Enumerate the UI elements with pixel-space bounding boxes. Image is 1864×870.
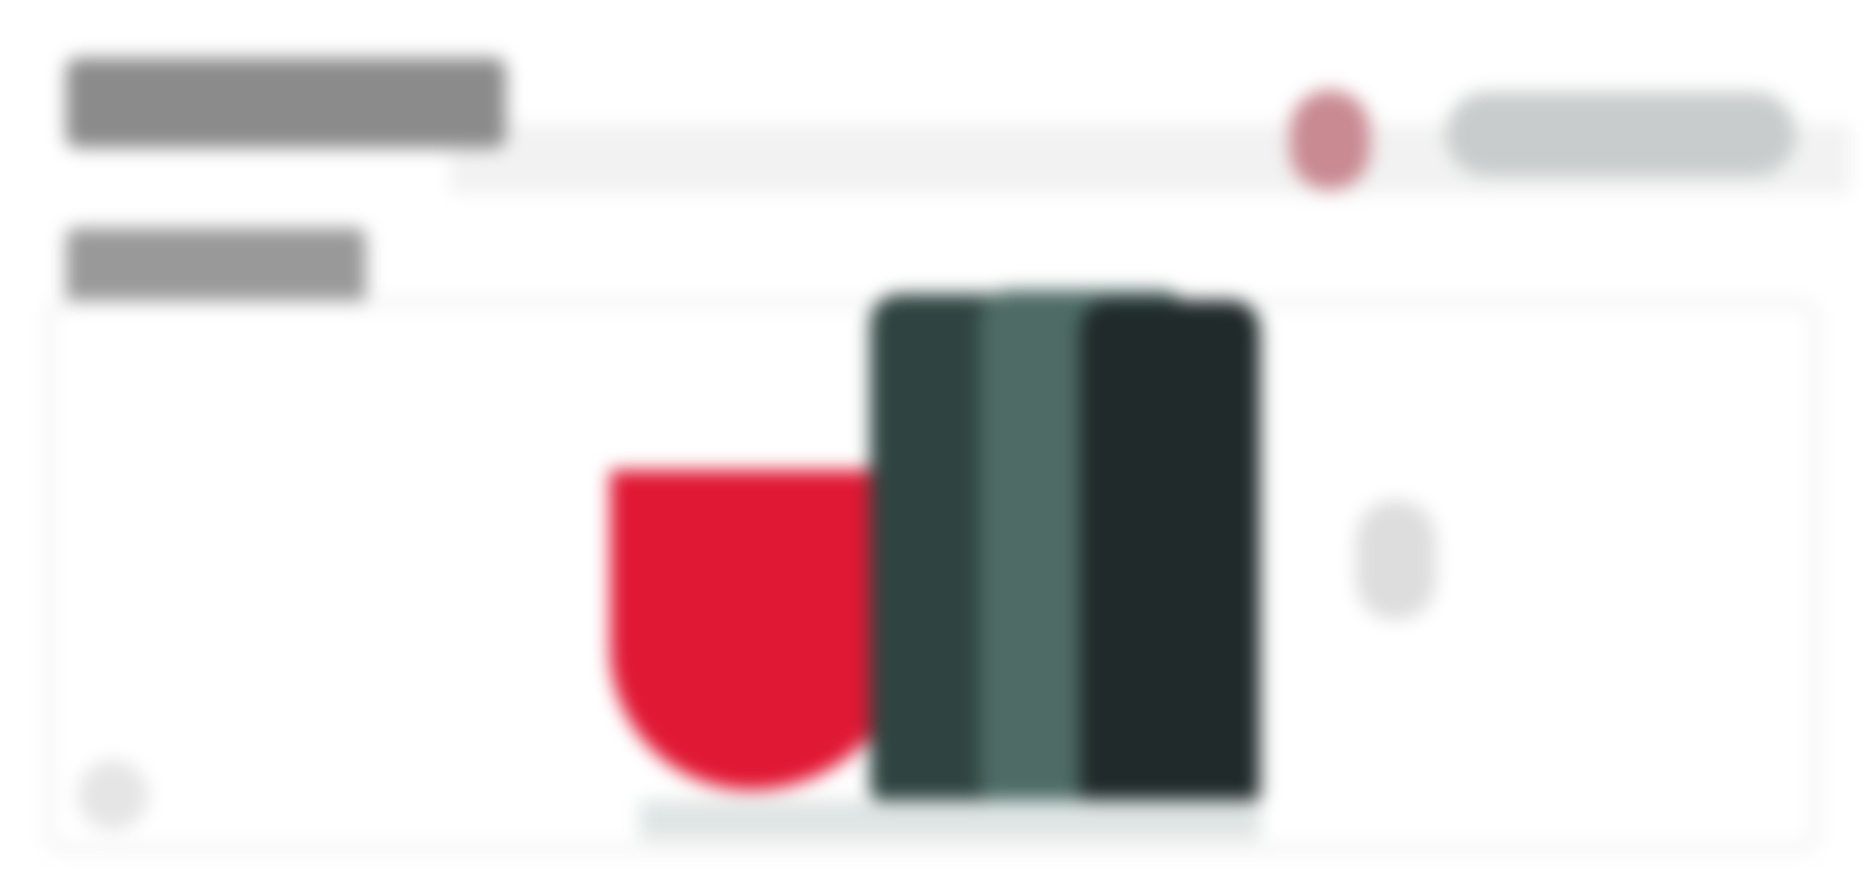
hero-phone-3 — [1080, 300, 1260, 820]
page-title — [66, 58, 506, 148]
carousel-prev-button[interactable] — [78, 760, 148, 830]
page — [0, 0, 1864, 870]
header-action-button[interactable] — [1446, 92, 1796, 176]
carousel-next-button[interactable] — [1356, 500, 1436, 620]
hero-base — [640, 800, 1260, 840]
page-subtitle — [66, 228, 366, 308]
region-flag-icon[interactable] — [1290, 90, 1370, 190]
